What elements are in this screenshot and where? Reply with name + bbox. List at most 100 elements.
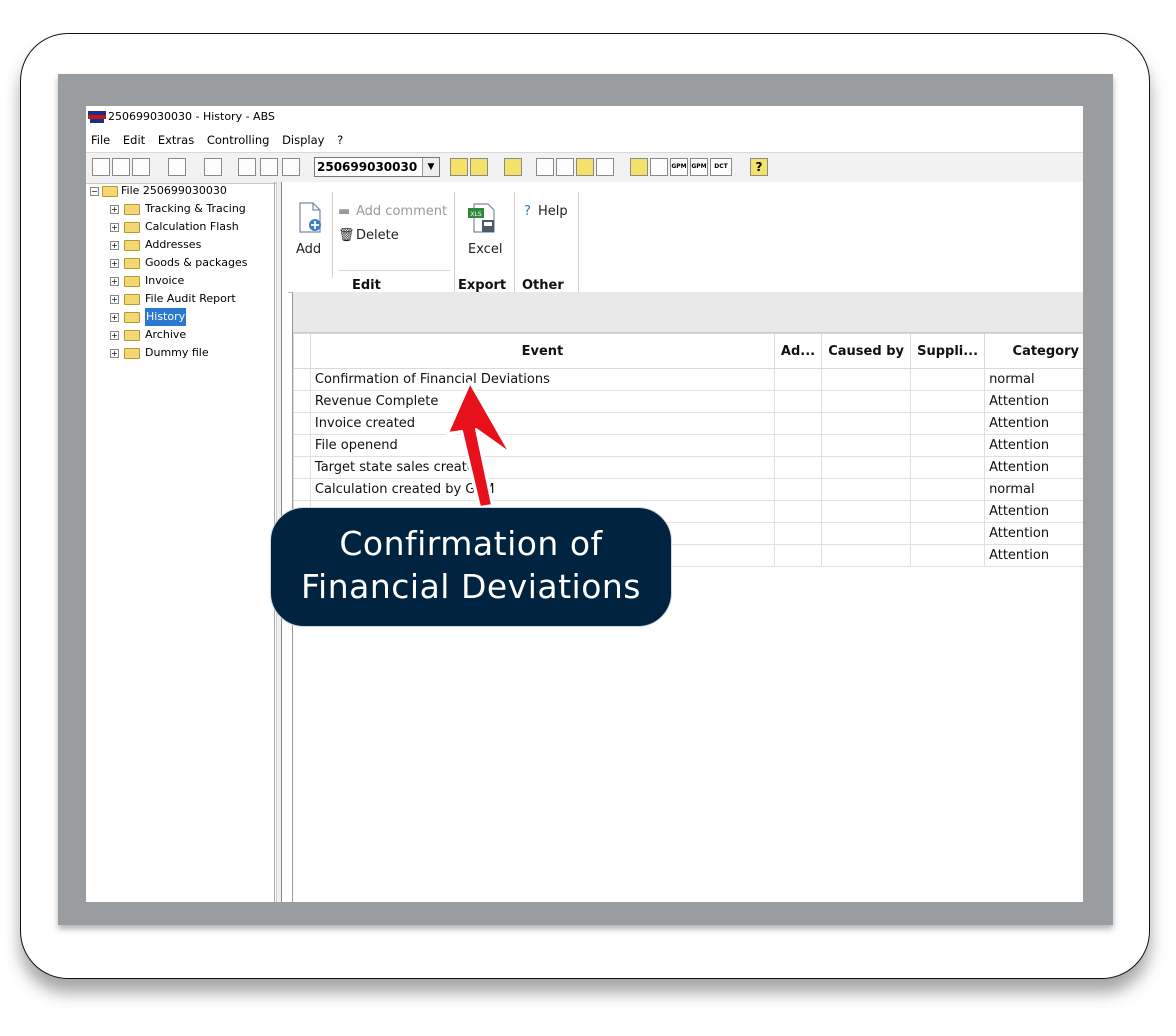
category-cell: Attention <box>984 456 1083 479</box>
group-label-other: Other <box>522 278 564 293</box>
table-row[interactable]: Target state sales created Attention <box>293 456 1083 479</box>
expand-icon[interactable]: + <box>110 313 119 322</box>
delete-button[interactable]: Delete <box>356 228 399 243</box>
row-selector[interactable] <box>293 390 311 413</box>
menu-help[interactable]: ? <box>337 133 343 147</box>
annotation-callout: Confirmation of Financial Deviations <box>270 507 672 627</box>
cell <box>910 500 986 523</box>
menu-controlling[interactable]: Controlling <box>207 133 270 147</box>
cell <box>821 368 912 391</box>
divider <box>332 192 333 278</box>
expand-icon[interactable]: + <box>110 331 119 340</box>
add-comment-icon[interactable]: ▬ <box>338 204 350 219</box>
annotation-arrow <box>445 380 511 510</box>
print-preview-icon[interactable] <box>536 158 554 176</box>
help-button[interactable]: Help <box>538 204 568 219</box>
paste-icon[interactable] <box>282 158 300 176</box>
table-row[interactable]: Revenue Complete Attention <box>293 390 1083 413</box>
cut-icon[interactable] <box>238 158 256 176</box>
divider <box>578 192 579 292</box>
header-row: Event Ad... Caused by Suppli... Category <box>293 333 1083 369</box>
divider <box>454 192 455 292</box>
xls-badge: XLS <box>470 211 481 218</box>
column-header-event[interactable]: Event <box>309 333 775 369</box>
dct-icon[interactable]: DCT <box>710 158 732 176</box>
cd-icon[interactable] <box>596 158 614 176</box>
callout-line-1: Confirmation of <box>339 524 603 563</box>
stamp-icon[interactable] <box>204 158 222 176</box>
cell <box>821 544 912 567</box>
mail-icon[interactable] <box>576 158 594 176</box>
category-cell: Attention <box>984 434 1083 457</box>
excel-button[interactable]: Excel <box>468 242 502 257</box>
ribbon: Add ▬ Add comment 🗑 Delete XLS Excel ? H… <box>288 190 1083 293</box>
cell <box>773 412 823 435</box>
gpm-calc-icon[interactable]: GPM <box>670 158 688 176</box>
expand-icon[interactable]: + <box>110 223 119 232</box>
expand-icon[interactable]: + <box>110 205 119 214</box>
event-cell: Confirmation of Financial Deviations <box>309 368 775 391</box>
expand-icon[interactable]: + <box>110 277 119 286</box>
expand-icon[interactable]: + <box>110 259 119 268</box>
file-number-combo[interactable]: 250699030030 ▼ <box>314 157 440 177</box>
truck-search-icon[interactable] <box>470 158 488 176</box>
folder-icon <box>102 186 118 197</box>
documents-icon[interactable] <box>504 158 522 176</box>
category-cell: Attention <box>984 500 1083 523</box>
gpm-icon[interactable]: GPM <box>690 158 708 176</box>
menu-file[interactable]: File <box>91 133 110 147</box>
category-cell: normal <box>984 478 1083 501</box>
cell <box>910 368 986 391</box>
new-document-icon[interactable] <box>92 158 110 176</box>
copy-icon[interactable] <box>260 158 278 176</box>
column-header-ad[interactable]: Ad... <box>773 333 823 369</box>
row-selector[interactable] <box>293 456 311 479</box>
table-row[interactable]: File openend Attention <box>293 434 1083 457</box>
row-selector[interactable] <box>293 412 311 435</box>
row-selector[interactable] <box>293 478 311 501</box>
save-icon[interactable] <box>112 158 130 176</box>
tree-item-label: File Audit Report <box>145 292 236 305</box>
chevron-down-icon[interactable]: ▼ <box>422 158 439 176</box>
add-button[interactable]: Add <box>296 242 321 257</box>
cell <box>821 434 912 457</box>
add-comment-button[interactable]: Add comment <box>356 204 447 219</box>
menu-bar: File Edit Extras Controlling Display ? <box>86 130 1083 150</box>
cell <box>910 434 986 457</box>
binoculars-icon[interactable] <box>450 158 468 176</box>
report-icon[interactable] <box>630 158 648 176</box>
row-selector[interactable] <box>293 434 311 457</box>
tree-item-label: Calculation Flash <box>145 220 239 233</box>
add-document-icon[interactable] <box>298 202 324 234</box>
help-question-icon[interactable]: ? <box>750 158 768 176</box>
preview-icon[interactable] <box>168 158 186 176</box>
table-row[interactable]: Calculation created by GPM normal <box>293 478 1083 501</box>
abs-app-icon <box>88 111 106 123</box>
event-cell: Calculation created by GPM <box>309 478 775 501</box>
menu-display[interactable]: Display <box>282 133 324 147</box>
excel-icon[interactable]: XLS <box>468 202 500 234</box>
cell <box>821 478 912 501</box>
tree-item-label: Invoice <box>145 274 185 287</box>
list-icon[interactable] <box>650 158 668 176</box>
column-header-category[interactable]: Category <box>984 333 1083 369</box>
table-row[interactable]: Confirmation of Financial Deviations norm… <box>293 368 1083 391</box>
expand-icon[interactable]: + <box>110 241 119 250</box>
group-label-edit: Edit <box>352 278 381 293</box>
divider <box>338 270 450 271</box>
folder-icon <box>124 204 140 215</box>
menu-extras[interactable]: Extras <box>158 133 194 147</box>
undo-icon[interactable] <box>132 158 150 176</box>
expand-icon[interactable]: + <box>110 349 119 358</box>
print-icon[interactable] <box>556 158 574 176</box>
column-header-supplier[interactable]: Suppli... <box>910 333 986 369</box>
collapse-icon[interactable]: − <box>90 187 99 196</box>
menu-edit[interactable]: Edit <box>123 133 145 147</box>
expand-icon[interactable]: + <box>110 295 119 304</box>
toolbar: 250699030030 ▼ GPM GPM DCT ? <box>86 152 1083 184</box>
help-icon[interactable]: ? <box>524 204 531 219</box>
row-selector[interactable] <box>293 368 311 391</box>
table-row[interactable]: Invoice created Attention <box>293 412 1083 435</box>
trash-icon[interactable]: 🗑 <box>338 228 355 243</box>
column-header-caused-by[interactable]: Caused by <box>821 333 912 369</box>
